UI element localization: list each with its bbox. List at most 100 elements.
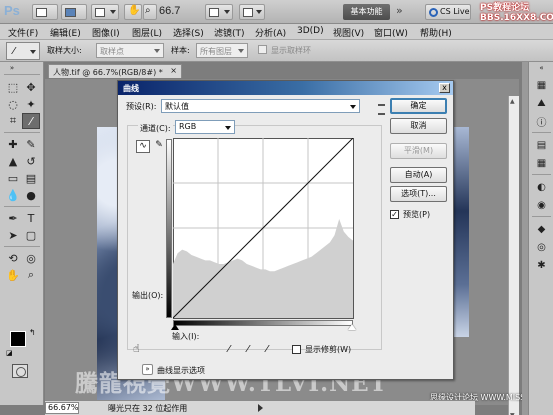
ok-button[interactable]: 确定: [390, 98, 447, 114]
type-tool-icon[interactable]: T: [22, 210, 40, 226]
smooth-button[interactable]: 平滑(M): [390, 143, 447, 159]
eraser-tool-icon[interactable]: ▭: [4, 170, 22, 186]
options-button[interactable]: 选项(T)...: [390, 186, 447, 202]
3d-orbit-tool-icon[interactable]: ◎: [22, 250, 40, 266]
eyedropper-tool-icon[interactable]: ⁄: [22, 113, 40, 129]
launch-bridge-button[interactable]: [32, 4, 58, 20]
more-workspaces-chevron[interactable]: »: [396, 4, 403, 17]
curves-dialog-titlebar[interactable]: 曲线: [118, 81, 453, 95]
blur-tool-icon[interactable]: 💧: [4, 187, 22, 203]
preview-checkbox[interactable]: ✓: [390, 210, 399, 219]
menu-image[interactable]: 图像(I): [92, 26, 120, 39]
view-extras-button[interactable]: [91, 4, 119, 20]
expand-dock-icon[interactable]: «: [534, 64, 549, 72]
collapse-panel-icon[interactable]: »: [3, 64, 21, 72]
panel-icon-adjustments[interactable]: ◐: [534, 180, 549, 194]
default-colors-icon[interactable]: ◪: [6, 349, 13, 357]
launch-minibridge-button[interactable]: [61, 4, 87, 20]
pen-tool-icon[interactable]: ✒: [4, 210, 22, 226]
menu-select[interactable]: 选择(S): [173, 26, 204, 39]
curve-graph[interactable]: [173, 138, 354, 319]
black-point-slider[interactable]: [171, 324, 179, 330]
menu-view[interactable]: 视图(V): [333, 26, 364, 39]
sample-size-select[interactable]: 取样点: [96, 43, 164, 58]
menu-filter[interactable]: 滤镜(T): [214, 26, 245, 39]
workspace-switcher-button[interactable]: 基本功能: [343, 4, 390, 20]
panel-icon-masks[interactable]: ◉: [534, 198, 549, 212]
arrange-documents-button[interactable]: [205, 4, 233, 20]
menu-help[interactable]: 帮助(H): [420, 26, 452, 39]
panel-icon-navigator[interactable]: ▦: [534, 78, 549, 92]
site-watermark-line2: BBS.16XX8.COM: [480, 13, 553, 23]
vertical-scrollbar[interactable]: ▲ ▼: [508, 96, 519, 415]
history-brush-tool-icon[interactable]: ↺: [22, 153, 40, 169]
sample-select[interactable]: 所有图层: [196, 43, 248, 58]
cancel-button[interactable]: 取消: [390, 118, 447, 134]
hand-tool-icon[interactable]: ✋: [4, 267, 22, 283]
show-sampling-ring-checkbox[interactable]: [258, 45, 267, 54]
marquee-tool-icon[interactable]: ⬚: [4, 79, 22, 95]
on-image-adjust-hand-icon[interactable]: ☝: [133, 342, 140, 355]
white-point-slider[interactable]: [348, 324, 356, 330]
menu-window[interactable]: 窗口(W): [374, 26, 408, 39]
site-watermark: PS教程论坛 BBS.16XX8.COM: [480, 3, 553, 23]
panel-icon-color[interactable]: ▤: [534, 138, 549, 152]
gray-eyedropper-icon[interactable]: ⁄: [241, 343, 255, 357]
zoom-tool-button[interactable]: ⌕: [143, 4, 157, 20]
tool-preset-picker[interactable]: ⁄: [6, 42, 40, 60]
menu-file[interactable]: 文件(F): [8, 26, 38, 39]
close-icon[interactable]: ×: [170, 66, 177, 75]
channel-label: 通道(C):: [138, 123, 173, 134]
zoom-level-field[interactable]: 66.7: [159, 5, 180, 17]
panel-icon-layers[interactable]: ◆: [534, 222, 549, 236]
panel-icon-swatches[interactable]: ▦: [534, 156, 549, 170]
swap-colors-icon[interactable]: ↰: [29, 328, 36, 337]
auto-button[interactable]: 自动(A): [390, 167, 447, 183]
cs-live-button[interactable]: CS Live: [425, 4, 471, 20]
menu-analysis[interactable]: 分析(A): [255, 26, 286, 39]
3d-rotate-tool-icon[interactable]: ⟲: [4, 250, 22, 266]
chevron-down-icon: [224, 10, 230, 14]
brush-tool-icon[interactable]: ✎: [22, 136, 40, 152]
menu-edit[interactable]: 编辑(E): [50, 26, 81, 39]
menu-3d[interactable]: 3D(D): [297, 26, 324, 36]
chevron-down-icon: [256, 10, 262, 14]
output-gradient-bar: [166, 139, 172, 318]
status-zoom-field[interactable]: 66.67%: [45, 402, 79, 414]
shape-tool-icon[interactable]: ▢: [22, 227, 40, 243]
quick-mask-button[interactable]: [12, 364, 28, 378]
preset-options-menu-icon[interactable]: [377, 102, 386, 115]
panel-icon-channels[interactable]: ◎: [534, 240, 549, 254]
panel-icon-histogram[interactable]: ⛰: [534, 96, 549, 110]
preset-select[interactable]: 默认值: [161, 99, 360, 113]
panel-icon-paths[interactable]: ✱: [534, 258, 549, 272]
move-tool-icon[interactable]: ✥: [22, 79, 40, 95]
lasso-tool-icon[interactable]: ◌: [4, 96, 22, 112]
quick-selection-tool-icon[interactable]: ✦: [22, 96, 40, 112]
screen-mode-button[interactable]: [239, 4, 265, 20]
close-icon[interactable]: x: [439, 83, 450, 93]
menu-layer[interactable]: 图层(L): [132, 26, 162, 39]
gradient-tool-icon[interactable]: ▤: [22, 170, 40, 186]
black-eyedropper-icon[interactable]: ⁄: [222, 343, 236, 357]
healing-brush-tool-icon[interactable]: ✚: [4, 136, 22, 152]
zoom-tool-icon[interactable]: ⌕: [22, 267, 40, 283]
clone-stamp-tool-icon[interactable]: ▲: [4, 153, 22, 169]
show-clipping-checkbox[interactable]: [292, 345, 301, 354]
channel-select[interactable]: RGB: [175, 120, 235, 134]
document-tab[interactable]: 人物.tif @ 66.7%(RGB/8#) * ×: [48, 64, 182, 78]
sample-size-label: 取样大小:: [47, 46, 82, 55]
dodge-tool-icon[interactable]: ●: [22, 187, 40, 203]
hand-tool-button[interactable]: ✋: [124, 4, 142, 20]
foreground-color-swatch[interactable]: [10, 331, 26, 347]
white-eyedropper-icon[interactable]: ⁄: [260, 343, 274, 357]
pencil-draw-icon[interactable]: ✎: [152, 140, 166, 153]
scroll-up-icon[interactable]: ▲: [510, 98, 518, 106]
crop-tool-icon[interactable]: ⌗: [4, 113, 22, 129]
panel-icon-info[interactable]: ⓘ: [534, 114, 549, 129]
path-selection-tool-icon[interactable]: ➤: [4, 227, 22, 243]
disclosure-chevron-icon[interactable]: »: [142, 364, 153, 375]
sample-size-value: 取样点: [100, 47, 124, 56]
edit-points-curve-icon[interactable]: ∿: [136, 140, 150, 153]
status-menu-arrow-icon[interactable]: [258, 404, 263, 412]
